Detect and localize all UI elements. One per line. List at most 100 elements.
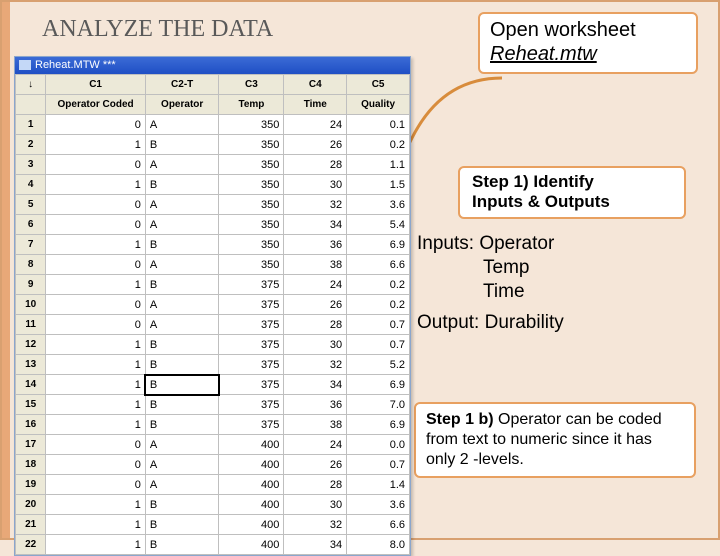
cell[interactable]: 1: [46, 175, 146, 195]
cell[interactable]: 5.2: [347, 355, 410, 375]
cell[interactable]: 3.6: [347, 195, 410, 215]
cell[interactable]: 36: [284, 235, 347, 255]
cell[interactable]: 7.0: [347, 395, 410, 415]
cell[interactable]: 350: [219, 235, 284, 255]
cell[interactable]: 1.1: [347, 155, 410, 175]
row-header[interactable]: 9: [16, 275, 46, 295]
cell[interactable]: 1: [46, 535, 146, 555]
corner-cell[interactable]: ↓: [16, 75, 46, 95]
cell[interactable]: 34: [284, 215, 347, 235]
cell[interactable]: 0: [46, 115, 146, 135]
hdr-opcoded[interactable]: Operator Coded: [46, 95, 146, 115]
cell[interactable]: 5.4: [347, 215, 410, 235]
cell[interactable]: 0: [46, 475, 146, 495]
cell[interactable]: 6.9: [347, 415, 410, 435]
cell[interactable]: 30: [284, 495, 347, 515]
cell[interactable]: 34: [284, 375, 347, 395]
row-header[interactable]: 5: [16, 195, 46, 215]
cell[interactable]: 1: [46, 375, 146, 395]
row-header[interactable]: 14: [16, 375, 46, 395]
col-c3[interactable]: C3: [219, 75, 284, 95]
cell[interactable]: 28: [284, 475, 347, 495]
hdr-blank[interactable]: [16, 95, 46, 115]
col-c1[interactable]: C1: [46, 75, 146, 95]
row-header[interactable]: 21: [16, 515, 46, 535]
cell[interactable]: 26: [284, 135, 347, 155]
cell[interactable]: 24: [284, 115, 347, 135]
cell[interactable]: B: [145, 395, 219, 415]
cell[interactable]: A: [145, 295, 219, 315]
cell[interactable]: 375: [219, 395, 284, 415]
cell[interactable]: 1: [46, 515, 146, 535]
cell[interactable]: 30: [284, 175, 347, 195]
row-header[interactable]: 17: [16, 435, 46, 455]
cell[interactable]: 36: [284, 395, 347, 415]
hdr-time[interactable]: Time: [284, 95, 347, 115]
cell[interactable]: A: [145, 435, 219, 455]
data-grid[interactable]: ↓ C1 C2-T C3 C4 C5 Operator Coded Operat…: [15, 74, 410, 555]
row-header[interactable]: 3: [16, 155, 46, 175]
cell[interactable]: 6.9: [347, 375, 410, 395]
col-c5[interactable]: C5: [347, 75, 410, 95]
cell[interactable]: 32: [284, 195, 347, 215]
cell[interactable]: 0.7: [347, 455, 410, 475]
cell[interactable]: 400: [219, 455, 284, 475]
cell[interactable]: 0.7: [347, 335, 410, 355]
cell[interactable]: 30: [284, 335, 347, 355]
row-header[interactable]: 2: [16, 135, 46, 155]
cell[interactable]: B: [145, 535, 219, 555]
cell[interactable]: 6.6: [347, 255, 410, 275]
cell[interactable]: 350: [219, 255, 284, 275]
cell[interactable]: 38: [284, 255, 347, 275]
cell[interactable]: 0: [46, 455, 146, 475]
col-c2[interactable]: C2-T: [145, 75, 219, 95]
cell[interactable]: 1: [46, 235, 146, 255]
cell[interactable]: 24: [284, 435, 347, 455]
cell[interactable]: 375: [219, 315, 284, 335]
cell[interactable]: 375: [219, 335, 284, 355]
cell[interactable]: 1.4: [347, 475, 410, 495]
row-header[interactable]: 18: [16, 455, 46, 475]
cell[interactable]: B: [145, 495, 219, 515]
cell[interactable]: 400: [219, 435, 284, 455]
cell[interactable]: B: [145, 375, 219, 395]
cell[interactable]: 0: [46, 295, 146, 315]
cell[interactable]: 0: [46, 435, 146, 455]
cell[interactable]: 32: [284, 515, 347, 535]
hdr-quality[interactable]: Quality: [347, 95, 410, 115]
cell[interactable]: 6.9: [347, 235, 410, 255]
cell[interactable]: 400: [219, 475, 284, 495]
worksheet-titlebar[interactable]: Reheat.MTW ***: [15, 57, 410, 74]
cell[interactable]: 0: [46, 195, 146, 215]
worksheet-window[interactable]: Reheat.MTW *** ↓ C1 C2-T C3 C4 C5 Operat…: [14, 56, 411, 556]
cell[interactable]: 350: [219, 215, 284, 235]
cell[interactable]: B: [145, 355, 219, 375]
hdr-operator[interactable]: Operator: [145, 95, 219, 115]
cell[interactable]: 34: [284, 535, 347, 555]
cell[interactable]: 1: [46, 355, 146, 375]
cell[interactable]: 0.1: [347, 115, 410, 135]
cell[interactable]: 24: [284, 275, 347, 295]
row-header[interactable]: 6: [16, 215, 46, 235]
hdr-temp[interactable]: Temp: [219, 95, 284, 115]
cell[interactable]: 400: [219, 515, 284, 535]
cell[interactable]: 28: [284, 155, 347, 175]
cell[interactable]: 0: [46, 255, 146, 275]
row-header[interactable]: 12: [16, 335, 46, 355]
cell[interactable]: 1.5: [347, 175, 410, 195]
cell[interactable]: 38: [284, 415, 347, 435]
cell[interactable]: 375: [219, 415, 284, 435]
cell[interactable]: 28: [284, 315, 347, 335]
cell[interactable]: 350: [219, 195, 284, 215]
cell[interactable]: 1: [46, 335, 146, 355]
cell[interactable]: B: [145, 135, 219, 155]
cell[interactable]: 375: [219, 275, 284, 295]
cell[interactable]: 6.6: [347, 515, 410, 535]
cell[interactable]: 400: [219, 535, 284, 555]
cell[interactable]: 26: [284, 295, 347, 315]
row-header[interactable]: 19: [16, 475, 46, 495]
cell[interactable]: 0.2: [347, 135, 410, 155]
cell[interactable]: A: [145, 155, 219, 175]
cell[interactable]: A: [145, 475, 219, 495]
cell[interactable]: 32: [284, 355, 347, 375]
